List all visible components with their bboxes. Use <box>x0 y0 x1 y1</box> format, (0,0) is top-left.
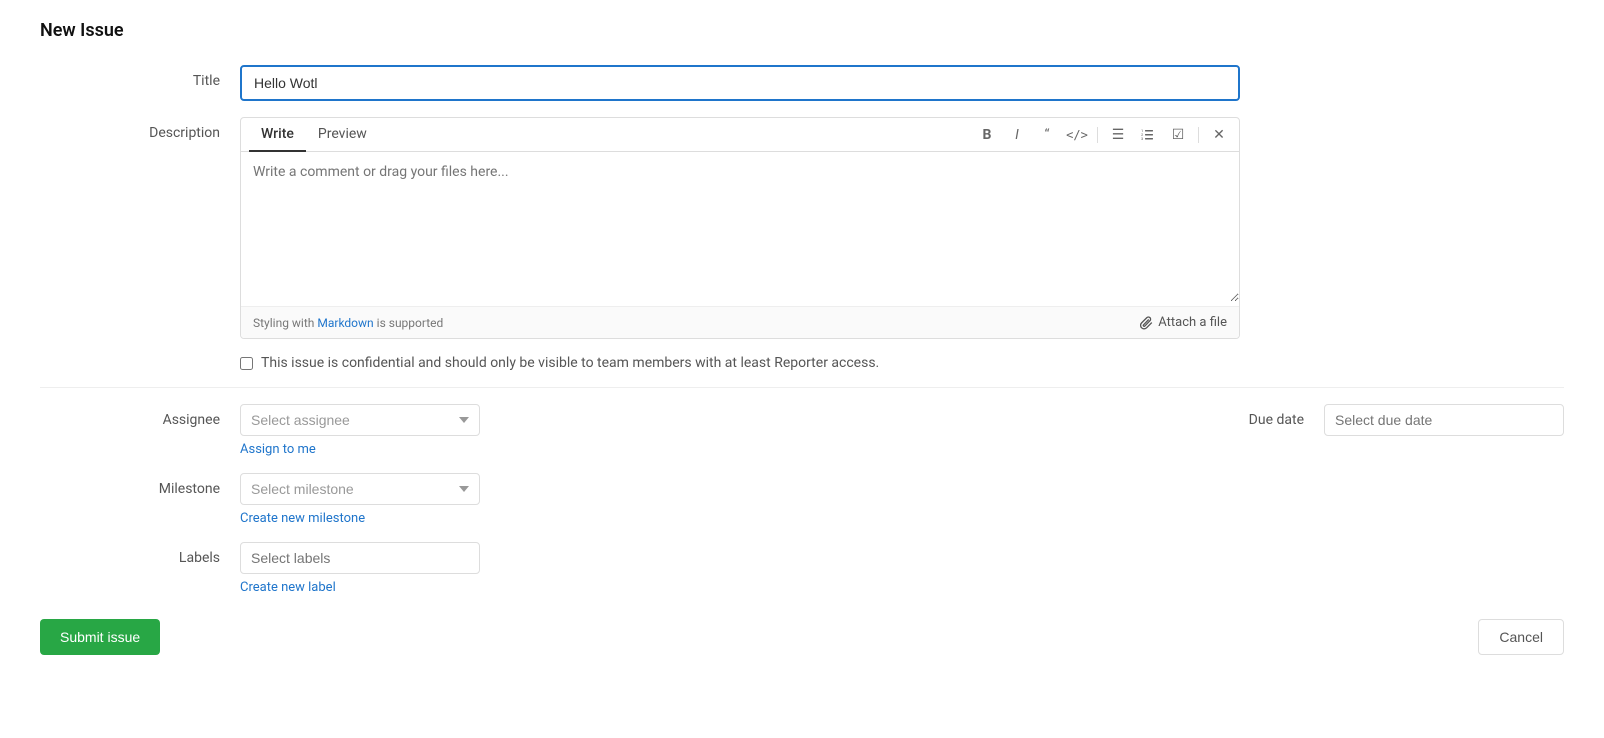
due-date-wrapper: Due date <box>1244 404 1564 436</box>
attach-file-button[interactable]: Attach a file <box>1140 315 1227 330</box>
labels-label: Labels <box>40 542 240 566</box>
assignee-field-content: Select assignee Assign to me <box>240 404 1184 457</box>
footer-actions: Submit issue Cancel <box>40 619 1564 675</box>
checkbox-icon[interactable]: ☑ <box>1166 123 1190 147</box>
fields-section: Assignee Select assignee Assign to me Du… <box>40 404 1564 595</box>
milestone-select[interactable]: Select milestone <box>240 473 480 505</box>
cancel-button[interactable]: Cancel <box>1478 619 1564 655</box>
labels-row: Labels Create new label <box>40 542 1564 595</box>
tab-write[interactable]: Write <box>249 118 306 152</box>
fullscreen-icon[interactable]: ✕ <box>1207 123 1231 147</box>
confidential-label: This issue is confidential and should on… <box>261 355 879 371</box>
paperclip-icon <box>1140 316 1154 330</box>
assignee-duedate-row: Assignee Select assignee Assign to me Du… <box>40 404 1564 457</box>
labels-input[interactable] <box>240 542 480 574</box>
milestone-field-content: Select milestone Create new milestone <box>240 473 1564 526</box>
code-icon[interactable]: </> <box>1065 123 1089 147</box>
svg-text:3: 3 <box>1141 136 1143 141</box>
confidential-checkbox[interactable] <box>240 357 253 370</box>
bold-icon[interactable]: B <box>975 123 999 147</box>
title-label: Title <box>40 65 240 89</box>
due-date-label: Due date <box>1244 404 1324 428</box>
section-divider <box>40 387 1564 388</box>
due-date-field-content <box>1324 404 1564 436</box>
description-tab-bar: Write Preview B I “ </> ☰ 1 <box>241 118 1239 152</box>
assignee-select[interactable]: Select assignee <box>240 404 480 436</box>
assignee-label: Assignee <box>40 404 240 428</box>
toolbar-divider-2 <box>1198 127 1199 143</box>
description-footer: Styling with Markdown is supported Attac… <box>241 306 1239 338</box>
tab-preview[interactable]: Preview <box>306 118 379 152</box>
labels-field-content: Create new label <box>240 542 1564 595</box>
title-field-wrapper <box>240 65 1240 101</box>
description-box: Write Preview B I “ </> ☰ 1 <box>240 117 1240 339</box>
italic-icon[interactable]: I <box>1005 123 1029 147</box>
markdown-link[interactable]: Markdown <box>317 316 373 330</box>
title-input[interactable] <box>240 65 1240 101</box>
page-title: New Issue <box>40 20 1564 41</box>
toolbar-divider-1 <box>1097 127 1098 143</box>
markdown-note: Styling with Markdown is supported <box>253 316 443 330</box>
ordered-list-icon[interactable]: 1 2 3 <box>1136 123 1160 147</box>
create-milestone-link[interactable]: Create new milestone <box>240 511 1564 526</box>
description-label: Description <box>40 117 240 141</box>
quote-icon[interactable]: “ <box>1035 123 1059 147</box>
create-label-link[interactable]: Create new label <box>240 580 1564 595</box>
milestone-label: Milestone <box>40 473 240 497</box>
due-date-input[interactable] <box>1324 404 1564 436</box>
formatting-toolbar: B I “ </> ☰ 1 2 3 <box>975 119 1231 151</box>
assign-to-me-link[interactable]: Assign to me <box>240 442 1184 457</box>
submit-button[interactable]: Submit issue <box>40 619 160 655</box>
description-field-wrapper: Write Preview B I “ </> ☰ 1 <box>240 117 1240 339</box>
milestone-row: Milestone Select milestone Create new mi… <box>40 473 1564 526</box>
description-textarea[interactable] <box>241 152 1239 302</box>
unordered-list-icon[interactable]: ☰ <box>1106 123 1130 147</box>
description-row: Description Write Preview B I “ </> ☰ <box>40 117 1564 339</box>
title-row: Title <box>40 65 1564 101</box>
description-tabs: Write Preview <box>249 118 379 151</box>
confidential-row: This issue is confidential and should on… <box>40 355 1564 371</box>
